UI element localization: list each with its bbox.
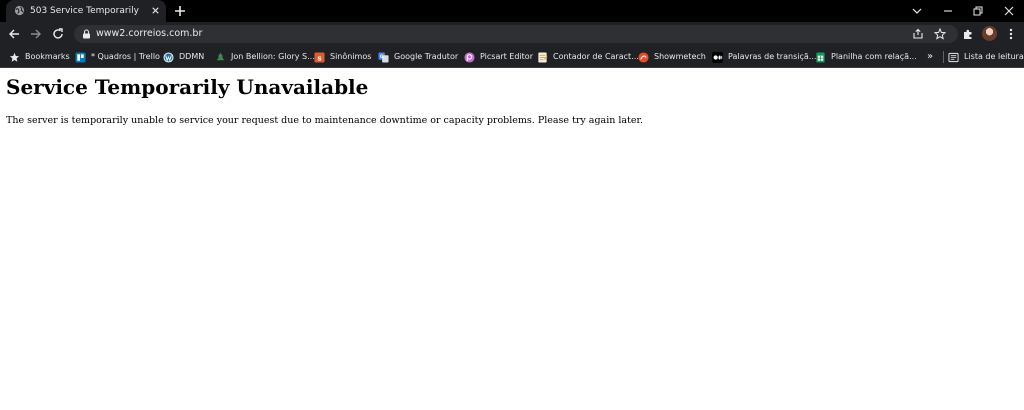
wordpress-icon	[163, 51, 174, 63]
sinonimos-icon: s	[314, 51, 325, 63]
document-icon	[538, 51, 548, 63]
minimize-icon[interactable]	[941, 4, 955, 18]
showmetech-icon	[638, 51, 649, 63]
bookmark-label: Bookmarks	[25, 52, 70, 61]
globe-icon	[14, 5, 25, 16]
bookmark-contador[interactable]: Contador de Caract...	[537, 50, 639, 64]
bookmark-label: * Quadros | Trello	[91, 52, 160, 61]
bookmark-label: Contador de Caract...	[553, 52, 639, 61]
extensions-puzzle-icon[interactable]	[961, 27, 975, 41]
url-text[interactable]: www2.correios.com.br	[96, 27, 202, 41]
reload-icon[interactable]	[51, 27, 65, 41]
tab-strip: 503 Service Temporarily Unavailable	[0, 0, 1024, 22]
bookmark-picsart[interactable]: Picsart Editor	[464, 50, 533, 64]
bookmark-label: Palavras de transiçã...	[728, 52, 817, 61]
tab-title: 503 Service Temporarily Unavailable	[30, 6, 140, 16]
reading-list-icon	[948, 52, 959, 62]
bookmark-sinonimos[interactable]: s Sinônimos	[314, 50, 371, 64]
close-window-icon[interactable]	[1002, 4, 1016, 18]
bookmark-jon-bellion[interactable]: Jon Bellion: Glory S...	[215, 50, 315, 64]
sheets-icon	[816, 51, 825, 63]
close-icon[interactable]	[150, 5, 161, 16]
svg-text:s: s	[317, 53, 322, 62]
bookmark-bookmarks[interactable]: Bookmarks	[9, 50, 70, 64]
address-bar[interactable]: www2.correios.com.br	[74, 25, 958, 43]
bookmark-trello[interactable]: * Quadros | Trello	[75, 50, 160, 64]
star-icon	[9, 52, 20, 62]
bookmark-label: Google Tradutor	[394, 52, 459, 61]
bookmark-showmetech[interactable]: Showmetech	[638, 50, 706, 64]
google-translate-icon: G	[378, 51, 389, 63]
bookmark-label: Planilha com relaçã...	[831, 52, 917, 61]
page-content: Service Temporarily Unavailable The serv…	[0, 68, 1024, 410]
forward-arrow-icon[interactable]	[29, 27, 43, 41]
reading-list-button[interactable]: Lista de leitura	[948, 50, 1024, 64]
bookmark-label: Jon Bellion: Glory S...	[231, 52, 315, 61]
new-tab-plus-icon[interactable]	[174, 5, 186, 17]
bookmarks-bar: Bookmarks * Quadros | Trello DDMN Jon Be…	[0, 46, 1024, 68]
bookmark-label: Lista de leitura	[964, 52, 1024, 61]
svg-text:G: G	[380, 53, 384, 59]
bookmarks-divider	[943, 51, 944, 63]
back-arrow-icon[interactable]	[7, 27, 21, 41]
bookmark-label: DDMN	[179, 52, 205, 61]
medium-icon	[712, 51, 723, 63]
bookmark-favicon	[216, 52, 225, 60]
tab-active[interactable]: 503 Service Temporarily Unavailable	[6, 0, 166, 22]
picsart-icon	[464, 51, 475, 63]
bookmark-label: Sinônimos	[330, 52, 372, 61]
kebab-menu-icon[interactable]	[1004, 27, 1018, 41]
bookmark-star-icon[interactable]	[934, 28, 946, 40]
lock-icon[interactable]	[82, 29, 91, 39]
bookmark-label: Showmetech	[654, 52, 706, 61]
share-icon[interactable]	[912, 28, 924, 40]
profile-avatar[interactable]	[982, 26, 997, 41]
bookmark-planilha[interactable]: Planilha com relaçã...	[815, 50, 917, 64]
page-title: Service Temporarily Unavailable	[6, 75, 369, 99]
bookmark-palavras[interactable]: Palavras de transiçã...	[712, 50, 816, 64]
overflow-chevron-icon: »	[927, 51, 934, 62]
browser-window: 503 Service Temporarily Unavailable	[0, 0, 1024, 410]
bookmarks-overflow-button[interactable]: »	[927, 50, 933, 64]
bookmark-google-tradutor[interactable]: G Google Tradutor	[378, 50, 458, 64]
bookmark-ddmn[interactable]: DDMN	[163, 50, 204, 64]
trello-icon	[75, 51, 86, 63]
error-message: The server is temporarily unable to serv…	[6, 115, 644, 126]
restore-icon[interactable]	[971, 4, 985, 18]
tab-search-chevron-icon[interactable]	[910, 4, 924, 18]
toolbar: www2.correios.com.br	[0, 22, 1024, 46]
bookmark-label: Picsart Editor	[480, 52, 533, 61]
